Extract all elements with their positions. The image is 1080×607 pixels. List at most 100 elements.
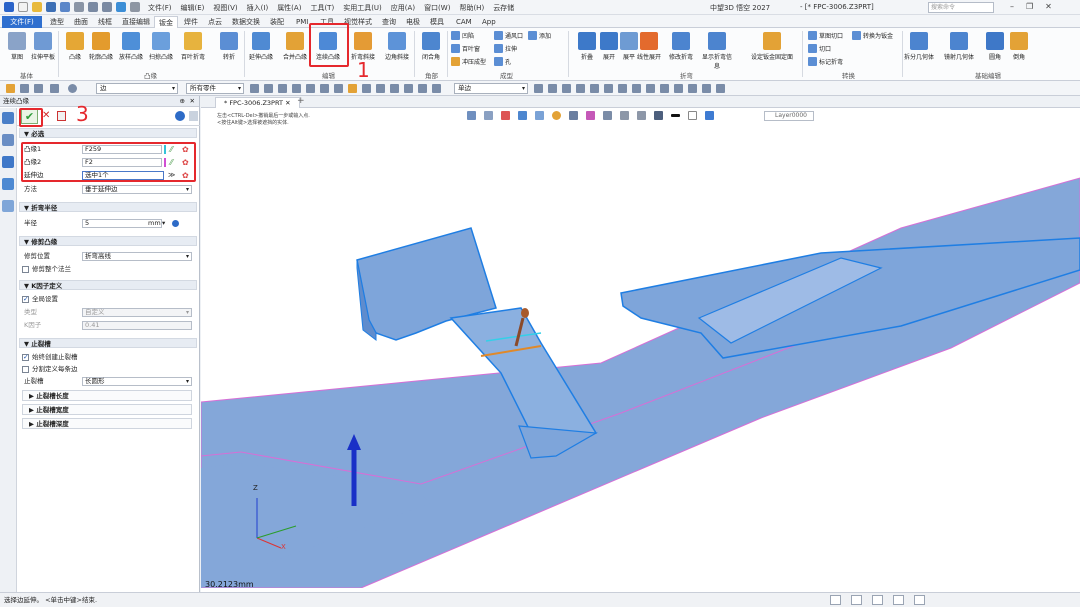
- louver-button[interactable]: 百叶窗: [451, 44, 480, 53]
- bend-miter-button[interactable]: 折弯斜接: [346, 32, 380, 61]
- menu-utility[interactable]: 实用工具(U): [343, 3, 382, 13]
- new-tab-icon[interactable]: +: [297, 96, 305, 106]
- open-file-icon[interactable]: [32, 2, 42, 12]
- snap-nearest-icon[interactable]: [660, 84, 669, 93]
- section-kfactor[interactable]: ▼ K因子定义: [19, 280, 197, 290]
- menu-tools[interactable]: 工具(T): [310, 3, 334, 13]
- body-icon[interactable]: [390, 84, 399, 93]
- global-default-checkbox[interactable]: [22, 294, 29, 305]
- cancel-x-icon[interactable]: ✕: [42, 110, 50, 121]
- part-filter-combo[interactable]: 所有零件: [186, 83, 244, 94]
- tab-assembly[interactable]: 装配: [266, 16, 288, 28]
- snap-intersect-icon[interactable]: [674, 84, 683, 93]
- point-icon[interactable]: [278, 84, 287, 93]
- restore-icon[interactable]: ❐: [1026, 2, 1033, 11]
- tab-pointcloud[interactable]: 点云: [204, 16, 226, 28]
- model-canvas[interactable]: [201, 108, 1080, 588]
- closed-corner-button[interactable]: 闭合角: [414, 32, 448, 61]
- mirror-geometry-button[interactable]: 镜射几何体: [942, 32, 976, 61]
- tree-icon[interactable]: [2, 134, 14, 146]
- snap-grid-icon[interactable]: [688, 84, 697, 93]
- stamp-form-button[interactable]: 冲压成型: [451, 57, 486, 66]
- options-icon[interactable]: [189, 111, 198, 121]
- dimple-button[interactable]: 凹陷: [451, 31, 474, 40]
- snap-off-icon[interactable]: [716, 84, 725, 93]
- select-icon[interactable]: [6, 84, 15, 93]
- vent-button[interactable]: 通风口: [494, 31, 523, 40]
- trim-position-select[interactable]: 折弯高线: [82, 252, 192, 261]
- menu-window[interactable]: 窗口(W): [424, 3, 450, 13]
- view-manager-icon[interactable]: [2, 178, 14, 190]
- snap-quadrant-icon[interactable]: [646, 84, 655, 93]
- snap-tangent-icon[interactable]: [632, 84, 641, 93]
- radius-options-icon[interactable]: [172, 220, 179, 227]
- apply-icon[interactable]: [57, 111, 66, 121]
- edge-icon[interactable]: [362, 84, 371, 93]
- print-icon[interactable]: [74, 2, 84, 12]
- snap-perp-icon[interactable]: [618, 84, 627, 93]
- tab-direct-edit[interactable]: 直接编辑: [118, 16, 154, 28]
- snap-end-icon[interactable]: [590, 84, 599, 93]
- history-icon[interactable]: [2, 112, 14, 124]
- regen-icon[interactable]: [116, 2, 126, 12]
- tab-cam[interactable]: CAM: [452, 16, 476, 28]
- loft-flange-button[interactable]: 放样凸缘: [114, 32, 148, 61]
- subsection-relief-width[interactable]: ▶ 止裂槽宽度: [22, 404, 192, 415]
- tab-sheetmetal[interactable]: 钣金: [154, 16, 178, 28]
- set-fixed-face-button[interactable]: 设定钣金固定面: [746, 32, 798, 61]
- type-select[interactable]: 自定义: [82, 308, 192, 317]
- line-icon[interactable]: [292, 84, 301, 93]
- sweep-flange-button[interactable]: 扫掠凸缘: [144, 32, 178, 61]
- extend-flange-button[interactable]: 延伸凸缘: [244, 32, 278, 61]
- method-select[interactable]: 垂于延伸边: [82, 185, 192, 194]
- relief-each-checkbox[interactable]: [22, 365, 29, 373]
- radius-spin-icon[interactable]: ▾: [162, 218, 165, 229]
- pin-icon[interactable]: ⊕: [180, 96, 185, 106]
- save-as-icon[interactable]: [60, 2, 70, 12]
- tab-wireframe[interactable]: 线框: [94, 16, 116, 28]
- snap-mid-icon[interactable]: [576, 84, 585, 93]
- menu-apps[interactable]: 应用(A): [391, 3, 415, 13]
- status-icon-2[interactable]: [851, 595, 862, 605]
- louver-bend-button[interactable]: 百叶折弯: [176, 32, 210, 61]
- menu-cloud[interactable]: 云存储: [493, 3, 514, 13]
- extrude-plate-button[interactable]: 拉伸平板: [26, 32, 60, 61]
- hole-button[interactable]: 孔: [494, 57, 511, 66]
- component-icon[interactable]: [418, 84, 427, 93]
- add-button[interactable]: 添加: [528, 31, 551, 40]
- section-bend-radius[interactable]: ▼ 折弯半径: [19, 202, 197, 212]
- plane-icon[interactable]: [432, 84, 441, 93]
- snap-icon[interactable]: [250, 84, 259, 93]
- contour-flange-button[interactable]: 轮廓凸缘: [84, 32, 118, 61]
- panel-close-icon[interactable]: ✕: [190, 96, 195, 106]
- tab-query[interactable]: 查询: [378, 16, 400, 28]
- kfactor-field[interactable]: 0.41: [82, 321, 192, 330]
- mark-bend-button[interactable]: 标记折弯: [808, 57, 843, 66]
- tab-app[interactable]: App: [478, 16, 500, 28]
- grid-icon[interactable]: [264, 84, 273, 93]
- tab-surface[interactable]: 曲面: [70, 16, 92, 28]
- sketch-cut-button[interactable]: 草图切口: [808, 31, 843, 40]
- 3d-viewport[interactable]: * FPC-3006.Z3PRT ✕ + 左击<CTRL-Del>撤销最后一步或…: [201, 96, 1080, 592]
- pick2-icon[interactable]: [548, 84, 557, 93]
- palette-icon[interactable]: [2, 200, 14, 212]
- subsection-relief-length[interactable]: ▶ 止裂槽长度: [22, 390, 192, 401]
- status-icon-4[interactable]: [893, 595, 904, 605]
- snap-angle-icon[interactable]: [702, 84, 711, 93]
- linear-unfold-button[interactable]: 线性展开: [632, 32, 666, 61]
- tab-mold[interactable]: 模具: [426, 16, 448, 28]
- menu-view[interactable]: 视图(V): [213, 3, 237, 13]
- snap-line-icon[interactable]: [562, 84, 571, 93]
- cut-button[interactable]: 切口: [808, 44, 831, 53]
- redo-icon[interactable]: [102, 2, 112, 12]
- command-search-input[interactable]: 搜索命令: [928, 2, 994, 13]
- split-geometry-button[interactable]: 拆分几何体: [902, 32, 936, 61]
- new-file-icon[interactable]: [18, 2, 28, 12]
- corner-miter-button[interactable]: 边角斜接: [380, 32, 414, 61]
- relief-type-select[interactable]: 长圆形: [82, 377, 192, 386]
- circle-select-icon[interactable]: [68, 84, 77, 93]
- snap-center-icon[interactable]: [604, 84, 613, 93]
- subsection-relief-depth[interactable]: ▶ 止裂槽深度: [22, 418, 192, 429]
- layer-icon[interactable]: [2, 156, 14, 168]
- stretch-button[interactable]: 拉伸: [494, 44, 517, 53]
